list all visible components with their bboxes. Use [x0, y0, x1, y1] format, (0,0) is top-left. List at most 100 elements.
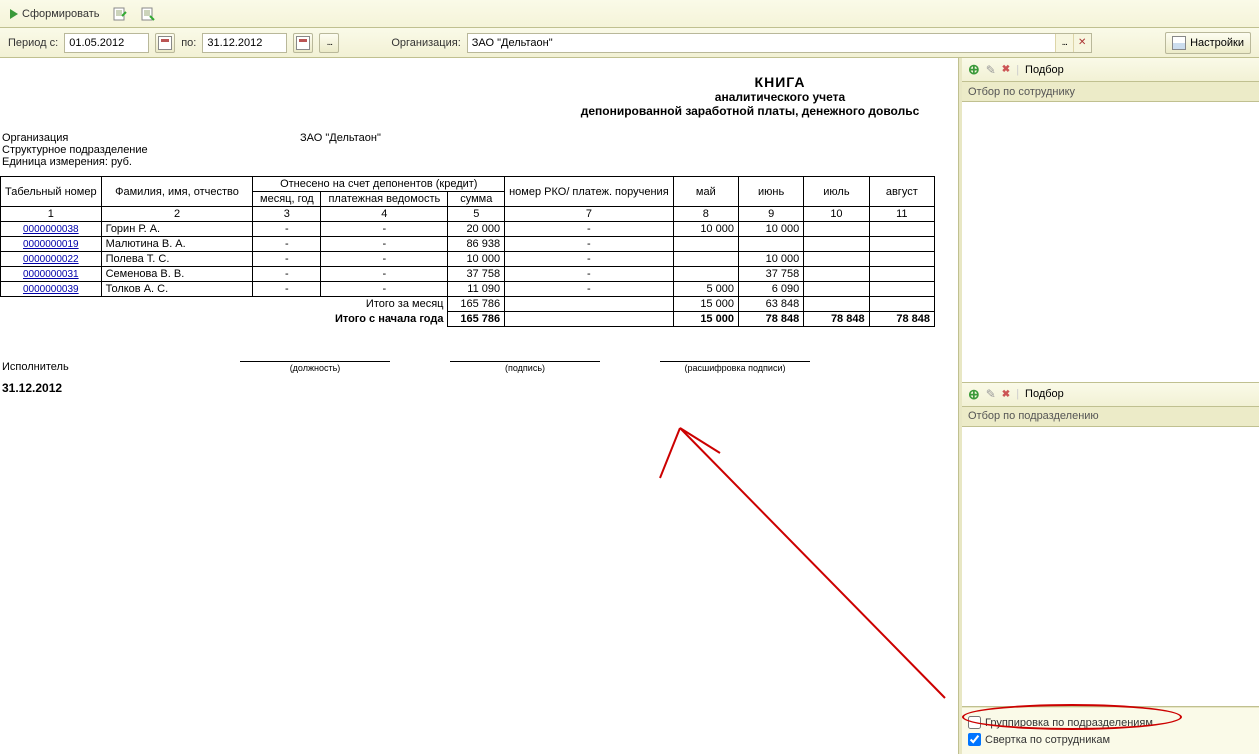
report-title-2: аналитического учета: [630, 90, 930, 104]
report-out-icon: [140, 6, 156, 22]
exec-label: Исполнитель: [0, 361, 90, 373]
org-input[interactable]: ЗАО "Дельтаон" ... ✕: [467, 33, 1092, 53]
emp-panel-toolbar: ⊕ ✎ ✖ | Подбор: [962, 58, 1259, 82]
colnum: 4: [321, 207, 448, 222]
cell-tabnum[interactable]: 0000000031: [1, 267, 102, 282]
cell-name: Толков А. С.: [101, 282, 253, 297]
group-by-dept-checkbox[interactable]: [968, 716, 981, 729]
add-icon[interactable]: ⊕: [968, 61, 980, 78]
col-tabnum: Табельный номер: [1, 177, 102, 207]
collapse-emp-checkbox[interactable]: [968, 733, 981, 746]
cell-jun: 10 000: [738, 252, 803, 267]
form-button[interactable]: Сформировать: [6, 6, 104, 22]
params-bar: Период с: 01.05.2012 по: 31.12.2012 ... …: [0, 28, 1259, 58]
cell-aug: [869, 282, 934, 297]
cell-sum: 11 090: [448, 282, 505, 297]
cell-vedom: -: [321, 222, 448, 237]
total-month-label: Итого за месяц: [1, 297, 448, 312]
total-year-may: 15 000: [673, 312, 738, 327]
cell-rko: -: [505, 237, 674, 252]
cell-month: -: [253, 267, 321, 282]
delete-icon[interactable]: ✖: [1002, 64, 1010, 75]
collapse-emp-row[interactable]: Свертка по сотрудникам: [968, 731, 1253, 748]
play-icon: [10, 9, 18, 19]
cell-sum: 37 758: [448, 267, 505, 282]
colnum: 11: [869, 207, 934, 222]
calendar-icon: [296, 36, 310, 50]
rpt-unit-label: Структурное подразделение: [0, 144, 300, 156]
rpt-org-value: ЗАО "Дельтаон": [300, 132, 381, 144]
cell-rko: -: [505, 267, 674, 282]
table-row: 0000000039Толков А. С.--11 090-5 0006 09…: [1, 282, 935, 297]
col-fio: Фамилия, имя, отчество: [101, 177, 253, 207]
cell-tabnum[interactable]: 0000000038: [1, 222, 102, 237]
select-button[interactable]: Подбор: [1025, 388, 1064, 400]
total-year-jul: 78 848: [804, 312, 869, 327]
select-button[interactable]: Подбор: [1025, 64, 1064, 76]
emp-filter-list[interactable]: [962, 102, 1259, 382]
cell-may: [673, 237, 738, 252]
emp-filter-header: Отбор по сотруднику: [962, 82, 1259, 102]
cell-jul: [804, 237, 869, 252]
period-select-button[interactable]: ...: [319, 33, 339, 53]
cell-tabnum[interactable]: 0000000019: [1, 237, 102, 252]
report-title-3: депонированной заработной платы, денежно…: [550, 104, 950, 118]
col-sum: сумма: [448, 192, 505, 207]
toolbar-action-2[interactable]: [136, 4, 160, 24]
period-from-value: 01.05.2012: [69, 37, 124, 49]
cell-rko: -: [505, 282, 674, 297]
settings-icon: [1172, 36, 1186, 50]
table-row: 0000000038Горин Р. А.--20 000-10 00010 0…: [1, 222, 935, 237]
cell-jun: 37 758: [738, 267, 803, 282]
cell-aug: [869, 267, 934, 282]
table-row: 0000000022Полева Т. С.--10 000-10 000: [1, 252, 935, 267]
total-month-aug: [869, 297, 934, 312]
total-year-aug: 78 848: [869, 312, 934, 327]
colnum: 9: [738, 207, 803, 222]
colnum: 1: [1, 207, 102, 222]
org-clear-button[interactable]: ✕: [1073, 34, 1091, 52]
cell-name: Горин Р. А.: [101, 222, 253, 237]
collapse-emp-label: Свертка по сотрудникам: [985, 734, 1110, 746]
period-to-calendar[interactable]: [293, 33, 313, 53]
period-from-label: Период с:: [8, 37, 58, 49]
edit-icon[interactable]: ✎: [986, 63, 996, 77]
toolbar-action-1[interactable]: [108, 4, 132, 24]
period-to-input[interactable]: 31.12.2012: [202, 33, 287, 53]
group-by-dept-row[interactable]: Группировка по подразделениям: [968, 714, 1253, 731]
total-month-sum: 165 786: [448, 297, 505, 312]
cell-may: 10 000: [673, 222, 738, 237]
org-value: ЗАО "Дельтаон": [472, 37, 553, 49]
cell-jun: [738, 237, 803, 252]
cell-aug: [869, 237, 934, 252]
cell-tabnum[interactable]: 0000000039: [1, 282, 102, 297]
delete-icon[interactable]: ✖: [1002, 389, 1010, 400]
col-jul: июль: [804, 177, 869, 207]
calendar-icon: [158, 36, 172, 50]
cell-may: [673, 267, 738, 282]
rpt-org-label: Организация: [0, 132, 300, 144]
col-vedom: платежная ведомость: [321, 192, 448, 207]
cell-jul: [804, 222, 869, 237]
period-from-input[interactable]: 01.05.2012: [64, 33, 149, 53]
cell-name: Полева Т. С.: [101, 252, 253, 267]
period-from-calendar[interactable]: [155, 33, 175, 53]
org-select-button[interactable]: ...: [1055, 34, 1073, 52]
settings-button[interactable]: Настройки: [1165, 32, 1251, 54]
settings-label: Настройки: [1190, 37, 1244, 49]
dept-panel-toolbar: ⊕ ✎ ✖ | Подбор: [962, 383, 1259, 407]
colnum: 5: [448, 207, 505, 222]
colnum: 2: [101, 207, 253, 222]
dept-filter-list[interactable]: [962, 427, 1259, 707]
add-icon[interactable]: ⊕: [968, 386, 980, 403]
x-icon: ✕: [1078, 37, 1086, 48]
colnum: 3: [253, 207, 321, 222]
edit-icon[interactable]: ✎: [986, 387, 996, 401]
cell-month: -: [253, 282, 321, 297]
cell-may: 5 000: [673, 282, 738, 297]
rpt-measure-label: Единица измерения: руб.: [0, 156, 300, 168]
cell-jul: [804, 282, 869, 297]
cell-tabnum[interactable]: 0000000022: [1, 252, 102, 267]
colnum: 10: [804, 207, 869, 222]
table-row: 0000000019Малютина В. А.--86 938-: [1, 237, 935, 252]
